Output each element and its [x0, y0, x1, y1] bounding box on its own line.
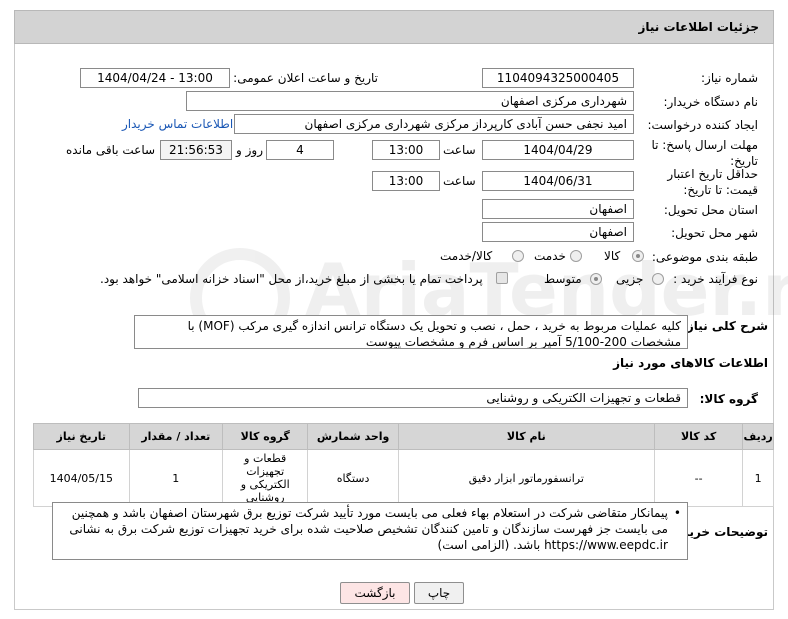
- col-qty: تعداد / مقدار: [128, 423, 224, 450]
- process-medium-radio[interactable]: [590, 273, 602, 285]
- validity-time-label: ساعت: [443, 174, 476, 188]
- remaining-label: ساعت باقی مانده: [66, 143, 156, 157]
- city-label: شهر محل تحویل:: [671, 226, 758, 240]
- col-code: کد کالا: [653, 423, 744, 450]
- cell-row: 1: [742, 449, 774, 507]
- goods-info-title: اطلاعات کالاهای مورد نیاز: [613, 356, 768, 370]
- validity-time-field: 13:00: [372, 171, 440, 191]
- category-both-label: کالا/خدمت: [440, 249, 493, 263]
- buyer-org-field: شهرداری مرکزی اصفهان: [186, 91, 634, 111]
- back-button[interactable]: بازگشت: [340, 582, 410, 604]
- cell-qty: 1: [128, 449, 224, 507]
- validity-date-field: 1404/06/31: [482, 171, 634, 191]
- need-number-field: 1104094325000405: [482, 68, 634, 88]
- general-desc-field: کلیه عملیات مربوط به خرید ، حمل ، نصب و …: [134, 315, 688, 349]
- process-medium-label: متوسط: [544, 272, 582, 286]
- cell-unit: دستگاه: [307, 449, 399, 507]
- col-name: نام کالا: [397, 423, 655, 450]
- cell-date: 1404/05/15: [33, 449, 130, 507]
- category-service-label: خدمت: [534, 249, 566, 263]
- deadline-label: مهلت ارسال پاسخ: تا تاریخ:: [651, 138, 758, 168]
- need-number-label: شماره نیاز:: [701, 71, 758, 85]
- process-minor-label: جزیی: [616, 272, 644, 286]
- general-desc-label: شرح کلی نیاز:: [682, 319, 768, 333]
- buyer-contact-link[interactable]: اطلاعات تماس خریدار: [122, 117, 233, 131]
- cell-code: --: [653, 449, 744, 507]
- days-field: 4: [266, 140, 334, 160]
- province-field: اصفهان: [482, 199, 634, 219]
- validity-label: حداقل تاریخ اعتبار قیمت: تا تاریخ:: [667, 167, 758, 197]
- treasury-payment-checkbox[interactable]: [496, 272, 508, 284]
- cell-name: ترانسفورماتور ابزار دقیق: [397, 449, 655, 507]
- city-field: اصفهان: [482, 222, 634, 242]
- goods-group-field: قطعات و تجهیزات الکتریکی و روشنایی: [138, 388, 688, 408]
- buyer-org-label: نام دستگاه خریدار:: [663, 95, 759, 109]
- buyer-notes-text: پیمانکار متقاضی شرکت در استعلام بهاء فعل…: [69, 506, 668, 552]
- col-group: گروه کالا: [222, 423, 309, 450]
- category-service-radio[interactable]: [570, 250, 582, 262]
- category-label: طبقه بندی موضوعی:: [651, 250, 758, 264]
- process-label: نوع فرآیند خرید :: [673, 272, 758, 286]
- goods-group-label: گروه کالا:: [699, 392, 758, 406]
- remaining-time-field: 21:56:53: [160, 140, 232, 160]
- buyer-notes-field: • پیمانکار متقاضی شرکت در استعلام بهاء ف…: [52, 502, 688, 560]
- cell-group: قطعات و تجهیزات الکتریکی و روشنایی: [222, 449, 309, 507]
- process-minor-radio[interactable]: [652, 273, 664, 285]
- page-title: جزئیات اطلاعات نیاز: [638, 20, 759, 34]
- items-table: ردیف کد کالا نام کالا واحد شمارش گروه کا…: [33, 423, 774, 507]
- col-unit: واحد شمارش: [307, 423, 399, 450]
- creator-field: امید نجفی حسن آبادی کارپرداز مرکزی شهردا…: [234, 114, 634, 134]
- col-date: تاریخ نیاز: [33, 423, 130, 450]
- deadline-date-field: 1404/04/29: [482, 140, 634, 160]
- creator-label: ایجاد کننده درخواست:: [647, 118, 758, 132]
- category-both-radio[interactable]: [512, 250, 524, 262]
- treasury-payment-note: پرداخت تمام یا بخشی از مبلغ خرید،از محل …: [100, 272, 483, 286]
- panel-header: جزئیات اطلاعات نیاز: [14, 10, 774, 44]
- category-goods-label: کالا: [604, 249, 621, 263]
- table-row: 1 -- ترانسفورماتور ابزار دقیق دستگاه قطع…: [33, 449, 774, 507]
- announce-date-field: 1404/04/24 - 13:00: [80, 68, 230, 88]
- days-label: روز و: [236, 143, 263, 157]
- deadline-time-label: ساعت: [443, 143, 476, 157]
- announce-label: تاریخ و ساعت اعلان عمومی:: [233, 71, 378, 85]
- deadline-time-field: 13:00: [372, 140, 440, 160]
- print-button[interactable]: چاپ: [414, 582, 464, 604]
- col-row: ردیف: [742, 423, 774, 450]
- category-goods-radio[interactable]: [632, 250, 644, 262]
- table-header-row: ردیف کد کالا نام کالا واحد شمارش گروه کا…: [33, 423, 774, 450]
- province-label: استان محل تحویل:: [663, 203, 758, 217]
- bullet-icon: •: [673, 506, 681, 520]
